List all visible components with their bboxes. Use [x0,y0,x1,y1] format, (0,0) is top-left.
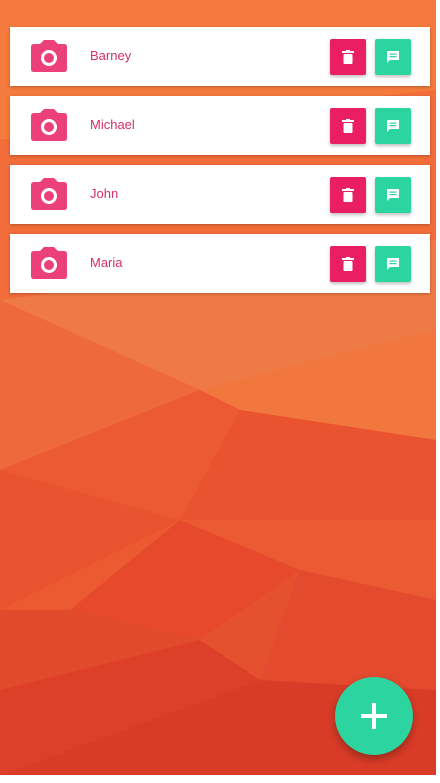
trash-icon [342,188,354,202]
trash-icon [342,119,354,133]
message-button[interactable] [375,108,411,144]
message-icon [387,51,399,63]
camera-icon[interactable] [30,108,68,142]
delete-button[interactable] [330,39,366,75]
contact-name: Maria [90,255,123,270]
contact-card[interactable]: John [10,165,430,224]
camera-icon[interactable] [30,39,68,73]
message-button[interactable] [375,177,411,213]
contact-list: Barney Michael John Maria [10,27,430,303]
contact-name: Michael [90,117,135,132]
trash-icon [342,257,354,271]
camera-icon[interactable] [30,177,68,211]
message-icon [387,120,399,132]
contact-name: John [90,186,119,201]
message-icon [387,189,399,201]
message-button[interactable] [375,246,411,282]
delete-button[interactable] [330,246,366,282]
contact-card[interactable]: Barney [10,27,430,86]
right-border [436,0,440,783]
delete-button[interactable] [330,108,366,144]
plus-icon [361,703,387,729]
delete-button[interactable] [330,177,366,213]
camera-icon[interactable] [30,246,68,280]
contact-name: Barney [90,48,132,63]
contact-card[interactable]: Maria [10,234,430,293]
contact-card[interactable]: Michael [10,96,430,155]
bottom-border [0,775,440,783]
trash-icon [342,50,354,64]
message-button[interactable] [375,39,411,75]
message-icon [387,258,399,270]
add-contact-fab[interactable] [335,677,413,755]
